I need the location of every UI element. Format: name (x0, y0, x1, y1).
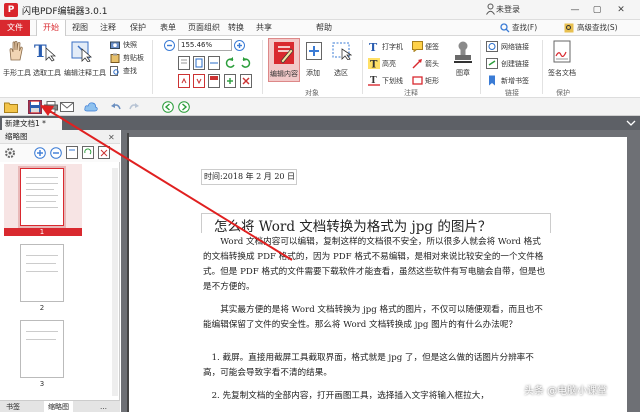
annotation-arrow (40, 105, 293, 261)
watermark: 头条 @电脑小课堂 (524, 386, 608, 397)
